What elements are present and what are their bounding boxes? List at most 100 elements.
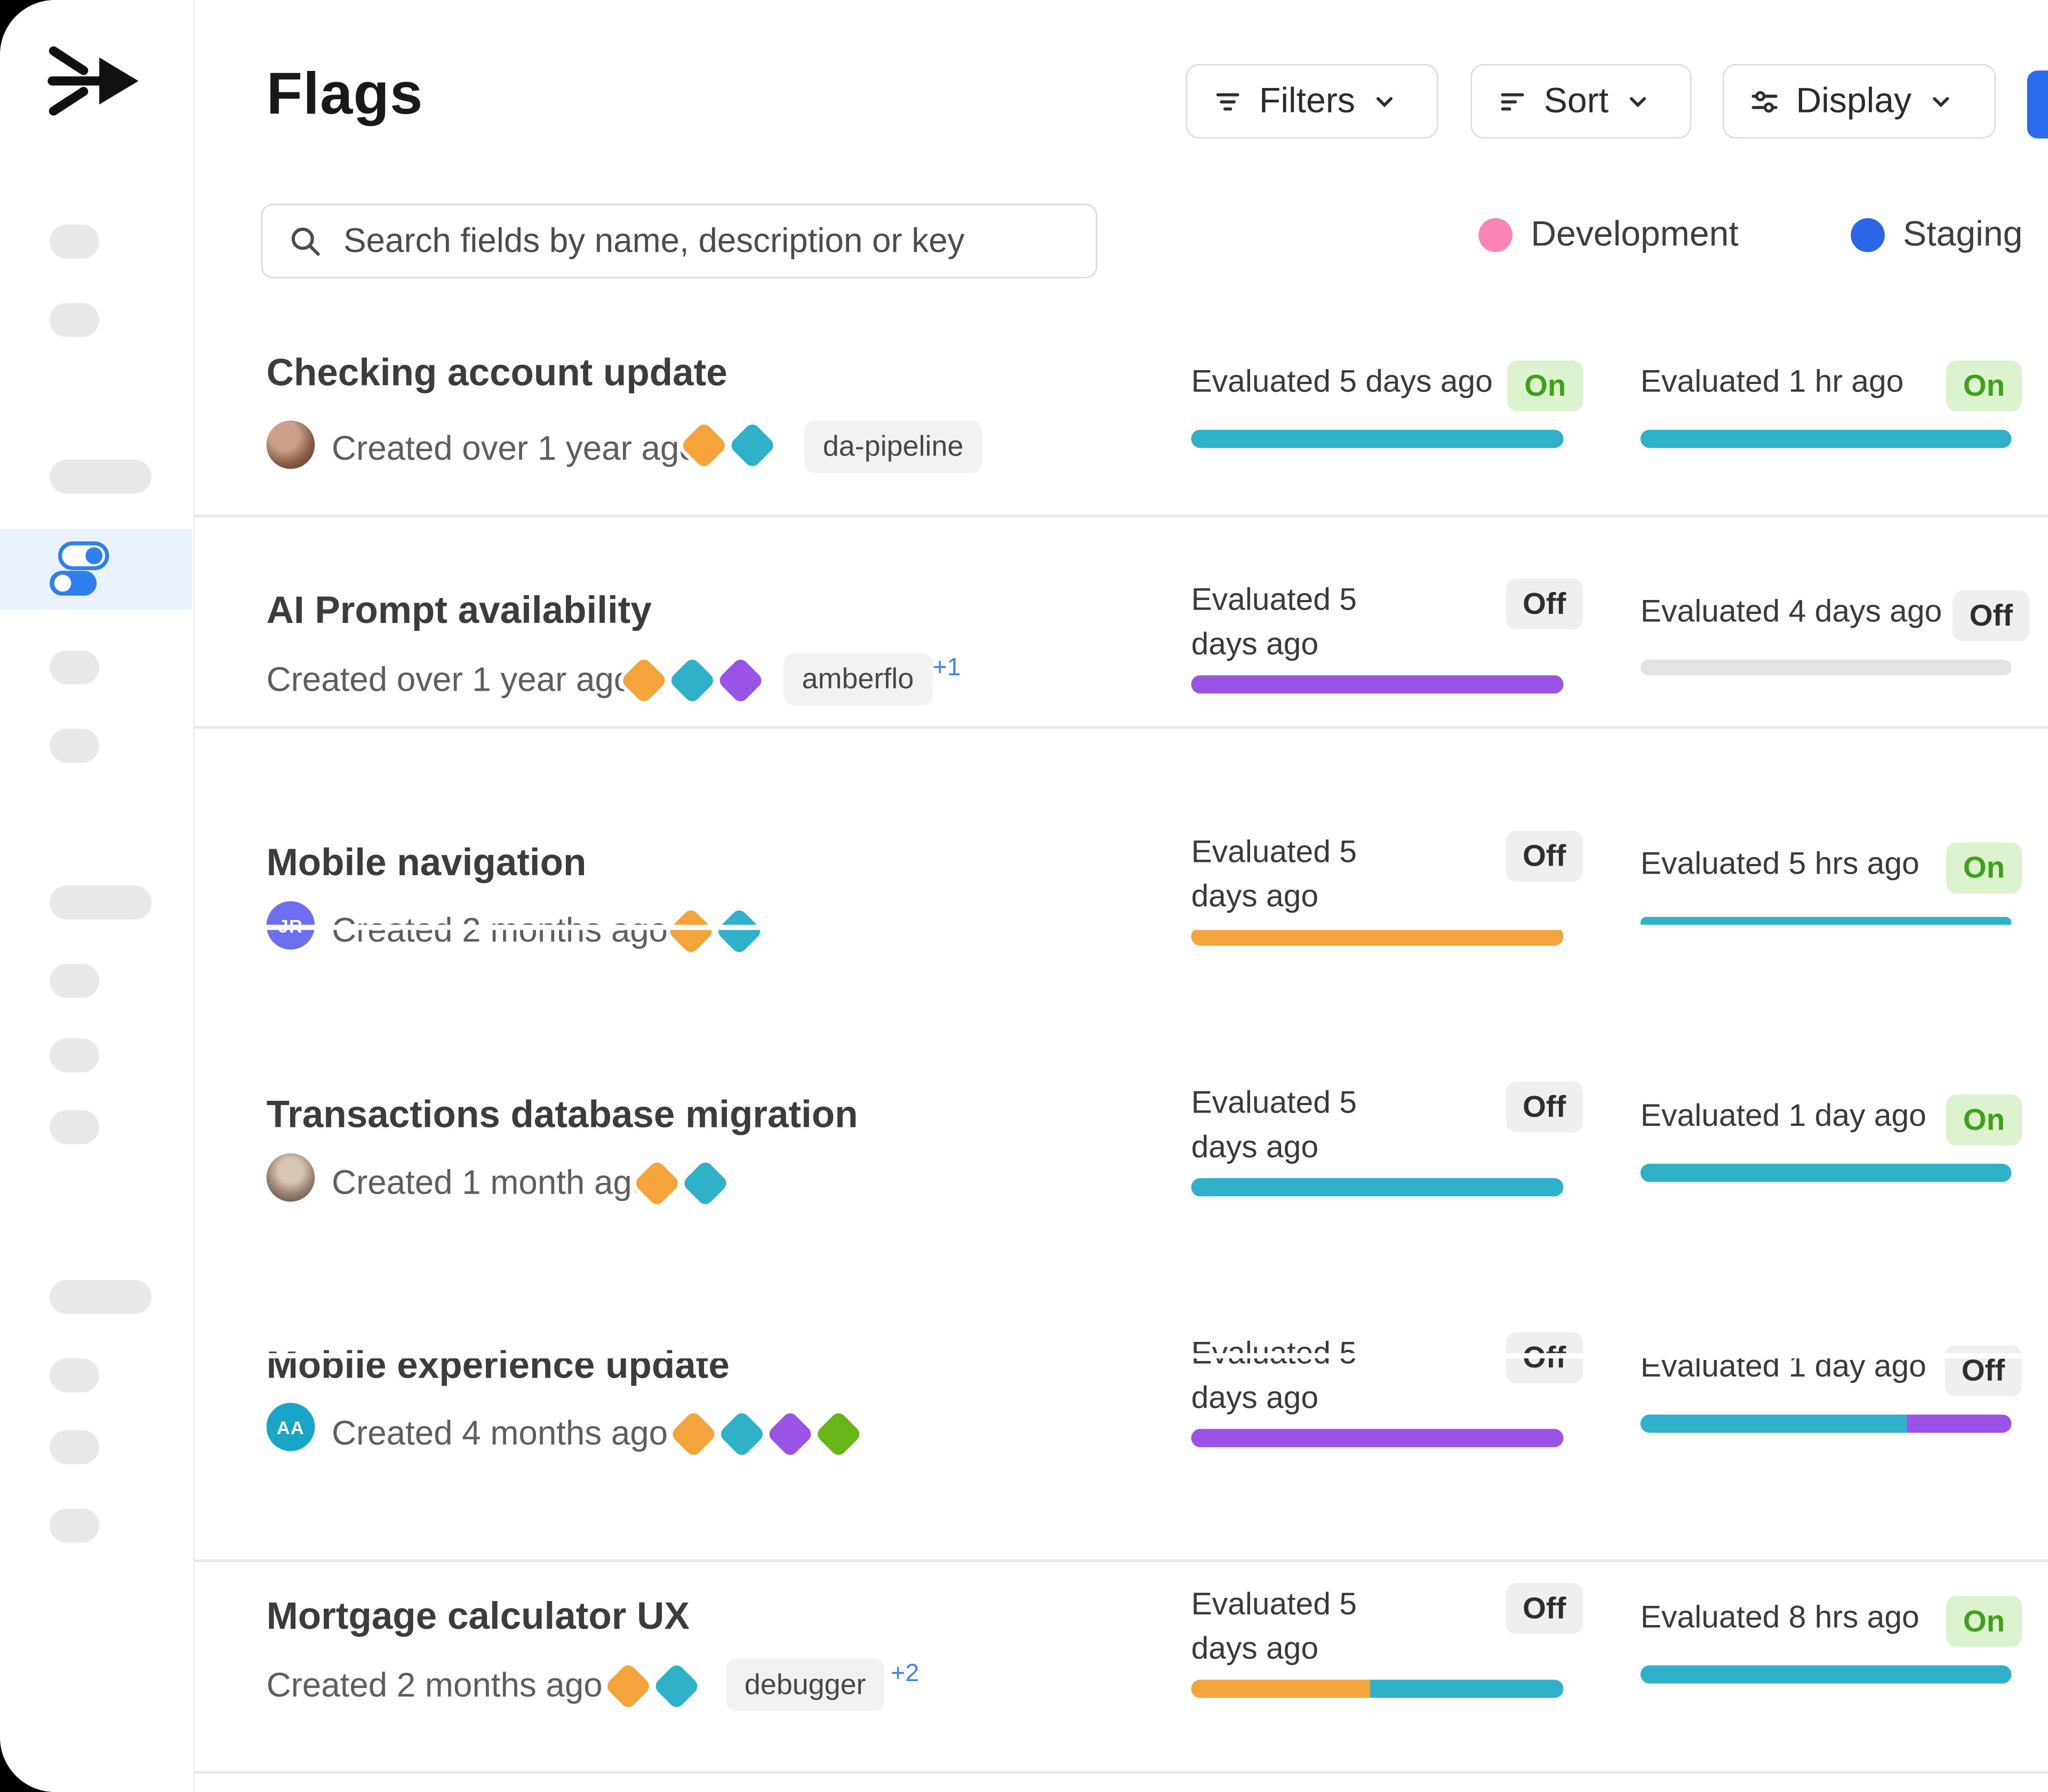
display-button-label: Display bbox=[1796, 81, 1911, 122]
teal-diamond-icon bbox=[653, 1662, 701, 1710]
progress-bar bbox=[1641, 1414, 2012, 1433]
sidebar-skeleton-item[interactable] bbox=[50, 1038, 99, 1073]
env-cell: Evaluated 1 hr ago On bbox=[1641, 361, 2022, 447]
search-input[interactable] bbox=[261, 204, 1097, 278]
page-title: Flags bbox=[267, 60, 423, 128]
row-divider bbox=[195, 726, 2048, 729]
evaluated-label: Evaluated 5 days ago bbox=[1191, 579, 1429, 668]
flag-title: Mobile navigation bbox=[267, 843, 587, 886]
flag-diamonds bbox=[611, 1669, 693, 1703]
display-sliders-icon bbox=[1748, 84, 1782, 118]
overlay-line bbox=[195, 1353, 2048, 1358]
tag-more-count[interactable]: +1 bbox=[933, 654, 961, 683]
flag-row[interactable]: AI Prompt availability Created over 1 ye… bbox=[0, 579, 2048, 726]
sidebar-skeleton-item[interactable] bbox=[50, 1509, 99, 1543]
chevron-down-icon bbox=[1926, 87, 1955, 116]
status-badge: Off bbox=[1506, 831, 1583, 882]
status-badge: On bbox=[1946, 361, 2022, 411]
sidebar-skeleton-item[interactable] bbox=[50, 225, 99, 259]
search-bar bbox=[261, 204, 1097, 278]
status-badge: On bbox=[1946, 1596, 2022, 1647]
evaluated-label: Evaluated 1 day ago bbox=[1641, 1094, 1926, 1139]
legend-staging: Staging bbox=[1851, 214, 2022, 255]
orange-diamond-icon bbox=[667, 907, 715, 955]
env-cell: Evaluated 1 day ago Off bbox=[1641, 1345, 2022, 1432]
status-badge: Off bbox=[1506, 579, 1583, 629]
env-cell: Evaluated 5 days ago On bbox=[1191, 361, 1583, 447]
flag-title: Checking account update bbox=[267, 353, 727, 396]
evaluated-label: Evaluated 5 days ago bbox=[1191, 1332, 1429, 1421]
row-divider bbox=[195, 515, 2048, 517]
progress-bar bbox=[1191, 429, 1563, 447]
staging-dot-icon bbox=[1851, 218, 1885, 252]
progress-bar bbox=[1641, 1163, 2012, 1181]
flag-row[interactable]: Checking account update Created over 1 y… bbox=[0, 353, 2048, 515]
sidebar-skeleton-item[interactable] bbox=[50, 1280, 151, 1314]
sort-button[interactable]: Sort bbox=[1471, 64, 1692, 139]
clipped-edge-button[interactable] bbox=[2027, 70, 2048, 138]
search-icon bbox=[287, 223, 323, 259]
row-divider bbox=[195, 1559, 2048, 1562]
green-diamond-icon bbox=[814, 1410, 862, 1458]
overlay-line bbox=[195, 925, 2048, 930]
tag-chip[interactable]: da-pipeline bbox=[805, 421, 982, 473]
orange-diamond-icon bbox=[620, 657, 668, 705]
sidebar-skeleton-item[interactable] bbox=[50, 303, 99, 337]
tag-chip[interactable]: debugger bbox=[726, 1659, 884, 1711]
created-label: Created over 1 year ago bbox=[267, 660, 633, 700]
flag-diamonds bbox=[677, 1417, 856, 1451]
progress-bar bbox=[1191, 675, 1563, 693]
created-label: Created 2 months ago bbox=[267, 1665, 603, 1706]
env-cell: Evaluated 5 days ago Off bbox=[1191, 1082, 1583, 1197]
progress-bar bbox=[1641, 1665, 2012, 1683]
created-label: Created over 1 year ago bbox=[332, 428, 698, 469]
avatar bbox=[267, 1153, 315, 1202]
app-logo[interactable] bbox=[42, 39, 141, 129]
sort-icon bbox=[1495, 84, 1530, 118]
teal-diamond-icon bbox=[715, 907, 763, 955]
sidebar-skeleton-item[interactable] bbox=[50, 729, 99, 763]
flag-diamonds bbox=[640, 1166, 722, 1201]
tag-more-count[interactable]: +2 bbox=[891, 1660, 919, 1689]
flag-diamonds bbox=[627, 663, 758, 698]
avatar: AA bbox=[267, 1403, 315, 1451]
flag-title: Mobile experience update bbox=[267, 1345, 730, 1388]
flag-title: Mortgage calculator UX bbox=[267, 1596, 690, 1639]
flag-row[interactable]: Transactions database migration Created … bbox=[0, 1082, 2048, 1238]
progress-bar bbox=[1191, 1178, 1563, 1196]
orange-diamond-icon bbox=[604, 1662, 652, 1710]
env-cell: Evaluated 4 days ago Off bbox=[1641, 590, 2022, 675]
created-label: Created 4 months ago bbox=[332, 1413, 668, 1454]
env-cell: Evaluated 5 days ago Off bbox=[1191, 579, 1583, 694]
purple-diamond-icon bbox=[717, 657, 765, 705]
orange-diamond-icon bbox=[680, 421, 728, 469]
evaluated-label: Evaluated 5 days ago bbox=[1191, 361, 1492, 405]
created-label: Created 2 months ago bbox=[332, 910, 668, 951]
evaluated-label: Evaluated 5 hrs ago bbox=[1641, 843, 1919, 887]
env-cell: Evaluated 1 day ago On bbox=[1641, 1094, 2022, 1181]
env-cell: Evaluated 5 hrs ago On bbox=[1641, 843, 2022, 929]
status-badge: Off bbox=[1506, 1583, 1583, 1634]
evaluated-label: Evaluated 5 days ago bbox=[1191, 1583, 1429, 1672]
filters-button[interactable]: Filters bbox=[1186, 64, 1438, 139]
flag-row[interactable]: Mortgage calculator UX Created 2 months … bbox=[0, 1583, 2048, 1740]
flag-row[interactable]: Mobile navigation JR Created 2 months ag… bbox=[0, 831, 2048, 988]
chevron-down-icon bbox=[1623, 87, 1652, 116]
env-cell: Evaluated 5 days ago Off bbox=[1191, 1332, 1583, 1447]
flag-diamonds bbox=[687, 428, 769, 462]
status-badge: On bbox=[1946, 843, 2022, 893]
tag-chip[interactable]: amberflo bbox=[783, 653, 932, 705]
env-cell: Evaluated 5 days ago Off bbox=[1191, 1583, 1583, 1698]
created-label: Created 1 month ago bbox=[332, 1163, 651, 1203]
flag-title: Transactions database migration bbox=[267, 1094, 858, 1138]
status-badge: On bbox=[1946, 1094, 2022, 1145]
progress-bar bbox=[1191, 1429, 1563, 1447]
env-cell: Evaluated 8 hrs ago On bbox=[1641, 1596, 2022, 1683]
teal-diamond-icon bbox=[681, 1159, 729, 1207]
flag-diamonds bbox=[674, 914, 756, 948]
flag-title: AI Prompt availability bbox=[267, 590, 652, 634]
progress-bar bbox=[1191, 927, 1563, 946]
arrow-logo-icon bbox=[42, 39, 141, 123]
display-button[interactable]: Display bbox=[1723, 64, 1996, 139]
legend-staging-label: Staging bbox=[1903, 214, 2022, 255]
